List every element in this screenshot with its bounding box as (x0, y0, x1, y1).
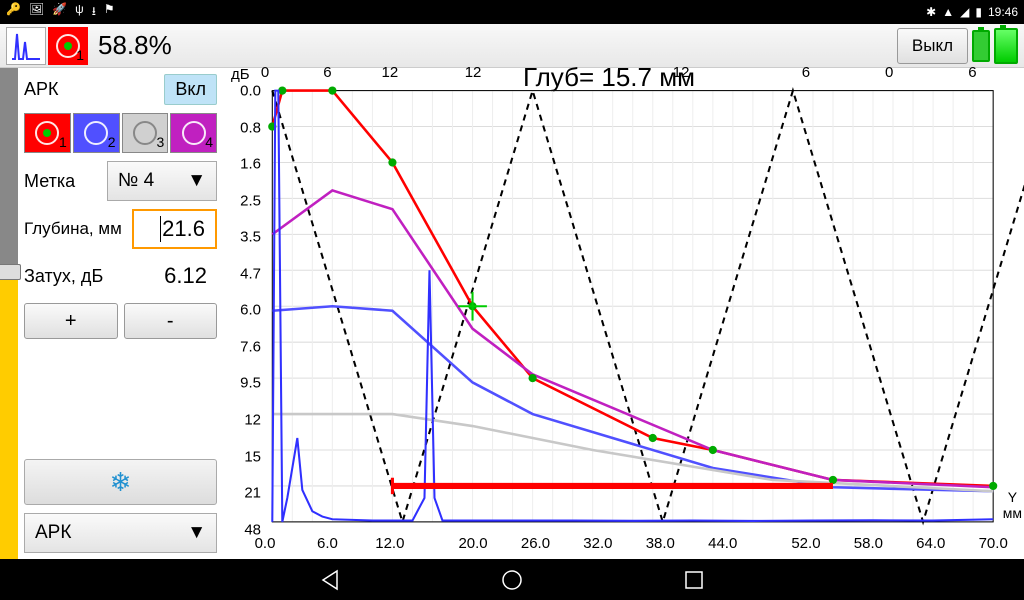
chart-plot (223, 68, 1024, 551)
battery-icon: ▮ (975, 5, 982, 19)
ark-enable-toggle[interactable]: Вкл (164, 74, 217, 105)
settings-panel: АРК Вкл 1 2 3 4 Метка № 4▼ Глубина, мм 2… (18, 68, 223, 559)
chevron-down-icon: ▼ (187, 170, 206, 192)
back-icon[interactable] (319, 569, 341, 591)
depth-input[interactable]: 21.6 (132, 209, 217, 249)
panel-title: АРК (24, 79, 59, 100)
chart: дБ 06121212606 Глуб= 15.7 мм 0.00.81.62.… (223, 68, 1024, 559)
marker-label: Метка (24, 171, 75, 192)
android-nav-bar (0, 559, 1024, 600)
flag-icon: ⚑ (104, 2, 115, 23)
mode-select[interactable]: АРК▼ (24, 513, 217, 553)
android-status-bar: 🔑 🖼 🚀 ψ ⭳ ⚑ ✱ ▲ ◢ ▮ 19:46 (0, 0, 1024, 24)
freeze-button[interactable]: ❄ (24, 459, 217, 505)
signal-icon: ◢ (960, 5, 969, 19)
wifi-icon: ▲ (942, 5, 954, 19)
recent-icon[interactable] (683, 569, 705, 591)
chevron-down-icon: ▼ (187, 522, 206, 544)
channel-1-button[interactable]: 1 (24, 113, 71, 153)
channel-4-button[interactable]: 4 (170, 113, 217, 153)
ascan-view-button[interactable] (6, 27, 46, 65)
amplitude-percent: 58.8% (98, 30, 172, 61)
bluetooth-icon: ✱ (926, 5, 936, 19)
channel-3-button[interactable]: 3 (122, 113, 169, 153)
usb-icon: ψ (75, 2, 84, 23)
y-ticks: 0.00.81.62.53.54.76.07.69.512152148 (223, 68, 265, 559)
atten-value: 6.12 (132, 257, 217, 295)
gain-slider[interactable] (0, 68, 18, 559)
power-off-button[interactable]: Выкл (897, 28, 968, 64)
battery-large-icon (994, 28, 1018, 64)
channel-selector: 1 2 3 4 (24, 113, 217, 153)
active-channel-indicator[interactable]: 1 (48, 27, 88, 65)
plus-button[interactable]: + (24, 303, 118, 339)
home-icon[interactable] (501, 569, 523, 591)
clock: 19:46 (988, 5, 1018, 19)
key-icon: 🔑 (6, 2, 21, 23)
x-axis-label: Yмм (1003, 490, 1022, 521)
x-ticks: 0.06.012.020.026.032.038.044.052.058.064… (265, 535, 1014, 559)
minus-button[interactable]: - (124, 303, 218, 339)
battery-small-icon (972, 30, 990, 62)
depth-label: Глубина, мм (24, 219, 122, 239)
picture-icon: 🖼 (29, 2, 44, 23)
channel-2-button[interactable]: 2 (73, 113, 120, 153)
snowflake-icon: ❄ (110, 467, 132, 498)
marker-select[interactable]: № 4▼ (107, 161, 217, 201)
rocket-icon: 🚀 (52, 2, 67, 23)
download-icon: ⭳ (92, 2, 96, 23)
atten-label: Затух, дБ (24, 266, 103, 287)
toolbar: 1 58.8% Выкл (0, 24, 1024, 68)
